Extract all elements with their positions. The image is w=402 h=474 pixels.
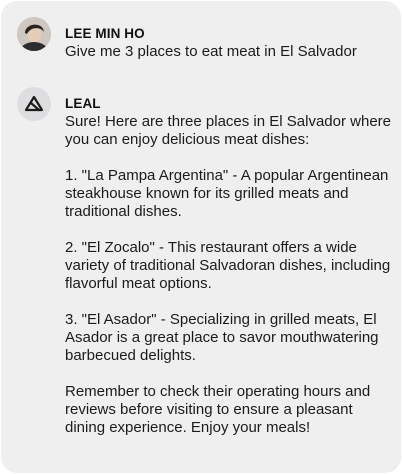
assistant-paragraph-item-1: 1. "La Pampa Argentina" - A popular Arge… [65, 167, 389, 220]
user-avatar[interactable] [17, 17, 51, 51]
assistant-name: LEAL [65, 96, 101, 111]
user-message-text: Give me 3 places to eat meat in El Salva… [65, 43, 357, 60]
triangle-logo-icon [24, 95, 44, 112]
assistant-avatar[interactable] [17, 87, 51, 121]
user-avatar-photo-icon [17, 17, 51, 51]
assistant-paragraph-item-2: 2. "El Zocalo" - This restaurant offers … [65, 239, 391, 292]
chat-card: LEE MIN HO Give me 3 places to eat meat … [1, 1, 401, 473]
user-name: LEE MIN HO [65, 26, 145, 41]
assistant-paragraph-intro: Sure! Here are three places in El Salvad… [65, 113, 392, 148]
assistant-paragraph-item-3: 3. "El Asador" - Specializing in grilled… [65, 311, 379, 364]
assistant-paragraph-closing: Remember to check their operating hours … [65, 383, 371, 436]
assistant-message-text: Sure! Here are three places in El Salvad… [65, 113, 395, 437]
